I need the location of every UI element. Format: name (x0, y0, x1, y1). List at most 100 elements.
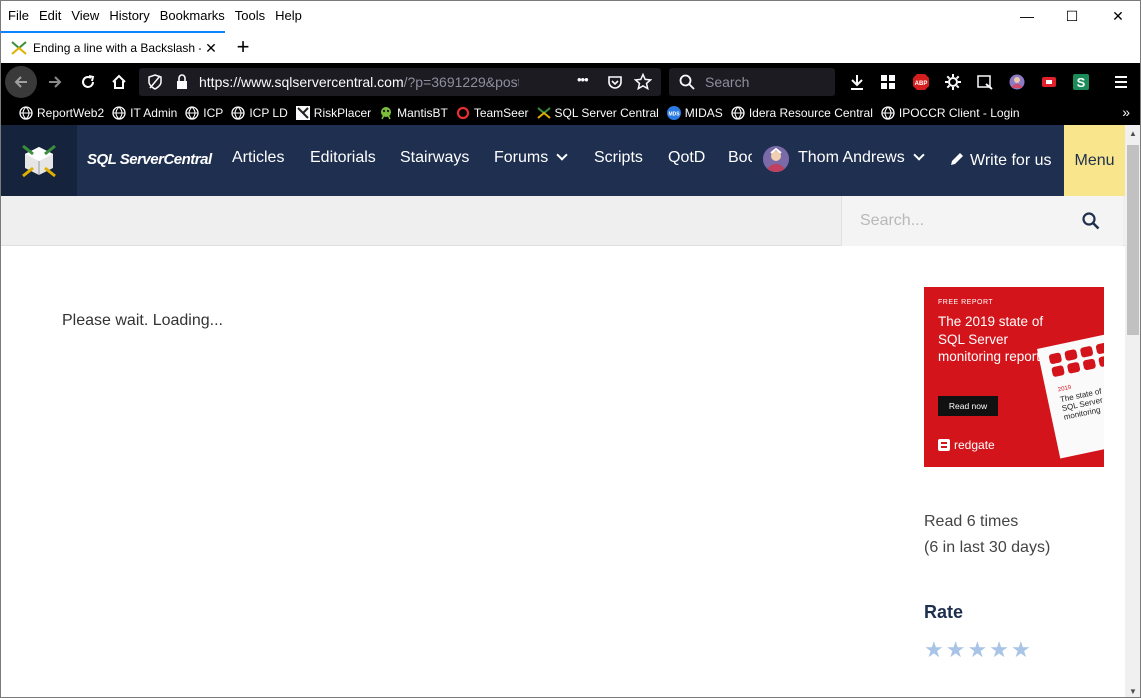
ssc-extension-icon[interactable]: S (1071, 72, 1091, 92)
downloads-icon[interactable] (847, 72, 867, 92)
tab-title: Ending a line with a Backslash - (33, 41, 201, 55)
star-5-icon[interactable]: ★ (1011, 638, 1031, 662)
bookmark-label: ReportWeb2 (37, 106, 105, 120)
back-button[interactable] (5, 66, 37, 98)
lock-icon[interactable] (175, 74, 189, 90)
gear-icon[interactable] (943, 72, 963, 92)
ad-read-now-button[interactable]: Read now (938, 396, 998, 416)
bookmark-it-admin[interactable]: IT Admin (112, 106, 177, 120)
ad-report-cover: 2019 The state of SQL Server monitoring (1037, 332, 1104, 459)
screenshot-icon[interactable] (975, 72, 995, 92)
menu-bookmarks[interactable]: Bookmarks (156, 5, 229, 27)
site-search (841, 196, 1123, 246)
bookmark-icp[interactable]: ICP (185, 106, 223, 120)
star-4-icon[interactable]: ★ (989, 638, 1009, 662)
menu-tools[interactable]: Tools (231, 5, 269, 27)
menu-help[interactable]: Help (271, 5, 306, 27)
read-stats: Read 6 times (6 in last 30 days) (924, 509, 1050, 561)
bookmark-star-icon[interactable] (634, 73, 652, 91)
ad-database-icons (1049, 342, 1104, 377)
mantis-icon (381, 107, 392, 120)
adblock-icon[interactable]: ABP (911, 72, 931, 92)
rate-title: Rate (924, 602, 964, 622)
star-3-icon[interactable]: ★ (967, 638, 987, 662)
rating-stars: ★ ★ ★ ★ ★ (924, 638, 1033, 662)
avatar[interactable] (763, 146, 789, 172)
bookmark-label: MIDAS (684, 106, 723, 120)
scrollbar-thumb[interactable] (1127, 145, 1139, 335)
bookmark-mantisbt[interactable]: MantisBT (379, 106, 448, 120)
midas-icon: MDS (666, 106, 681, 120)
bookmark-label: TeamSeer (473, 106, 529, 120)
bookmark-label: ICP LD (249, 106, 288, 120)
browser-search-bar[interactable]: Search (669, 68, 835, 96)
container-extension-icon[interactable] (1039, 72, 1059, 92)
nav-forums[interactable]: Forums (494, 149, 568, 167)
url-bar[interactable]: https://www.sqlservercentral.com/?p=3691… (139, 68, 661, 96)
url-text[interactable]: https://www.sqlservercentral.com/?p=3691… (199, 74, 519, 90)
bookmark-reportweb2[interactable]: ReportWeb2 (19, 106, 104, 120)
scroll-up-icon[interactable]: ▲ (1125, 125, 1140, 141)
ad-brand-label: redgate (954, 438, 995, 452)
redgate-ad-banner[interactable]: FREE REPORT The 2019 state of SQL Server… (924, 287, 1104, 467)
hamburger-menu-icon[interactable] (1111, 72, 1131, 92)
bookmark-label: SQL Server Central (554, 106, 659, 120)
site-search-input[interactable] (860, 208, 1080, 234)
menu-bar: File Edit View History Bookmarks Tools H… (1, 1, 1140, 31)
menu-history[interactable]: History (105, 5, 153, 27)
profile-extension-icon[interactable] (1007, 72, 1027, 92)
reload-button[interactable] (72, 66, 104, 98)
arrow-left-icon (14, 76, 27, 88)
new-tab-button[interactable]: + (231, 31, 255, 63)
nav-scripts[interactable]: Scripts (594, 149, 643, 167)
extensions-grid-icon[interactable] (878, 72, 898, 92)
scroll-down-icon[interactable]: ▼ (1125, 683, 1140, 697)
url-host: https://www.sqlservercentral.com (199, 74, 404, 90)
write-for-us-link[interactable]: Write for us (949, 149, 1052, 170)
chevron-down-icon (913, 149, 925, 161)
bookmark-icp-ld[interactable]: ICP LD (231, 106, 288, 120)
forward-button[interactable] (39, 66, 71, 98)
site-search-button[interactable] (1078, 208, 1104, 234)
redgate-logo-icon (938, 439, 950, 451)
menu-edit[interactable]: Edit (35, 5, 65, 27)
user-menu[interactable]: Thom Andrews (798, 149, 925, 167)
close-window-button[interactable]: ✕ (1095, 1, 1140, 31)
nav-books[interactable]: Boo (728, 149, 752, 167)
globe-icon (731, 106, 745, 120)
teamseer-icon (456, 106, 469, 120)
site-brand[interactable]: SQL ServerCentral (87, 151, 212, 168)
close-tab-icon[interactable]: ✕ (201, 40, 221, 57)
page-scrollbar[interactable]: ▲ ▼ (1125, 125, 1140, 697)
nav-qotd[interactable]: QotD (668, 149, 705, 167)
reload-icon (82, 75, 95, 88)
bookmark-label: MantisBT (397, 106, 448, 120)
bookmarks-overflow-icon[interactable]: » (1122, 104, 1130, 120)
maximize-button[interactable]: ☐ (1049, 1, 1095, 31)
tracking-protection-icon[interactable] (147, 74, 163, 90)
pocket-icon[interactable] (607, 74, 623, 90)
bookmark-ipoccr-client-login[interactable]: IPOCCR Client - Login (881, 106, 1020, 120)
menu-button[interactable]: Menu (1064, 125, 1125, 196)
bookmark-midas[interactable]: MDS MIDAS (666, 106, 723, 120)
ssc-icon (536, 107, 551, 119)
bookmark-sql-server-central[interactable]: SQL Server Central (536, 106, 659, 120)
home-button[interactable] (103, 66, 135, 98)
star-1-icon[interactable]: ★ (924, 638, 944, 662)
nav-articles[interactable]: Articles (232, 149, 284, 167)
menu-file[interactable]: File (4, 5, 33, 27)
nav-stairways[interactable]: Stairways (400, 149, 469, 167)
star-2-icon[interactable]: ★ (946, 638, 966, 662)
page-actions-icon[interactable]: ••• (577, 72, 589, 87)
minimize-button[interactable]: — (1004, 1, 1050, 31)
user-avatar-icon (763, 146, 789, 172)
bookmark-teamseer[interactable]: TeamSeer (456, 106, 529, 120)
bookmark-label: RiskPlacer (313, 106, 372, 120)
menu-view[interactable]: View (67, 5, 103, 27)
bookmark-idera-resource-central[interactable]: Idera Resource Central (731, 106, 873, 120)
site-logo[interactable] (1, 125, 77, 196)
tab-active[interactable]: Ending a line with a Backslash - ✕ (1, 31, 225, 63)
bookmark-riskplacer[interactable]: RiskPlacer (295, 106, 372, 120)
nav-editorials[interactable]: Editorials (310, 149, 376, 167)
user-name: Thom Andrews (798, 149, 905, 166)
